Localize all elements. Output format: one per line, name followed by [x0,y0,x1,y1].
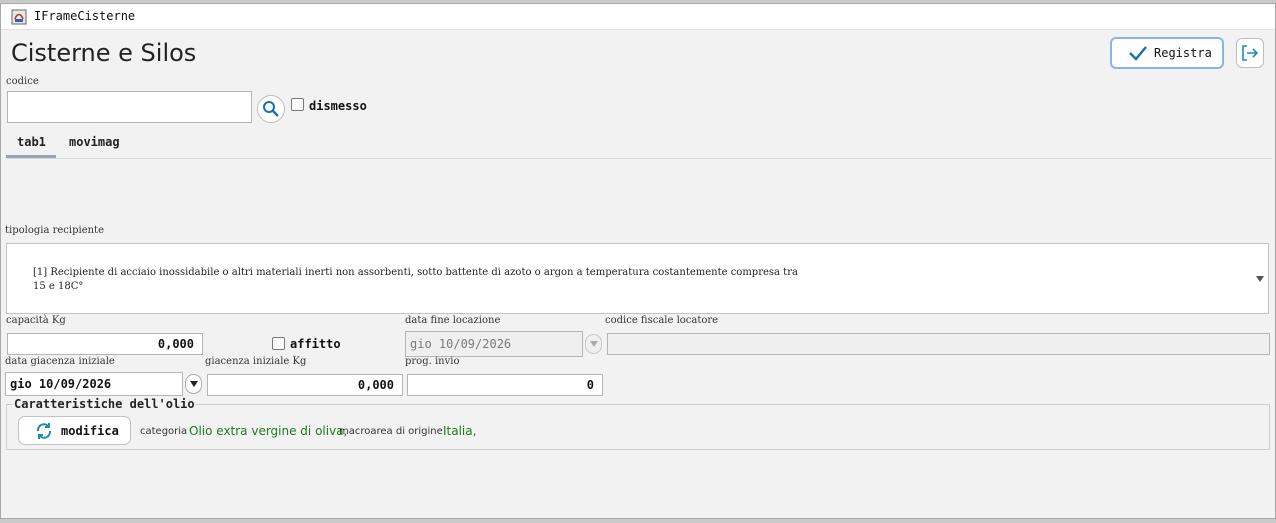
exit-button[interactable] [1236,38,1264,68]
tipologia-label: tipologia recipiente [5,225,104,236]
exit-icon [1242,45,1259,61]
data-fine-locazione-input: gio 10/09/2026 [405,331,583,357]
search-icon [263,101,279,117]
title-bar[interactable]: IFrameCisterne [1,4,1275,30]
categoria-label: categoria [140,426,188,437]
prog-invio-input[interactable]: 0 [407,374,603,396]
registra-label: Registra [1154,46,1212,60]
macroarea-value: Italia, [443,424,477,438]
page-title: Cisterne e Silos [11,39,197,67]
selected-tab-indicator [6,155,56,158]
categoria-value: Olio extra vergine di oliva, [189,424,348,438]
registra-button[interactable]: Registra [1110,37,1224,69]
internal-frame: IFrameCisterne Cisterne e Silos Registra… [0,3,1276,519]
window-title: IFrameCisterne [34,9,136,23]
check-icon [1129,46,1147,61]
affitto-label: affitto [290,337,341,351]
capacita-label: capacità Kg [6,315,66,326]
codice-input[interactable] [7,91,252,123]
tab-divider [6,158,1272,159]
prog-invio-label: prog. invio [405,356,460,367]
data-fine-locazione-dropdown [585,334,602,354]
tab-tab1[interactable]: tab1 [17,135,46,149]
giacenza-iniziale-input[interactable]: 0,000 [207,374,403,396]
data-giacenza-iniziale-dropdown[interactable] [185,374,202,394]
data-giacenza-iniziale-input[interactable]: gio 10/09/2026 [5,372,183,396]
giacenza-iniziale-label: giacenza iniziale Kg [205,356,307,367]
chevron-down-icon [189,381,198,387]
refresh-icon [36,422,52,439]
tipologia-select[interactable]: [1] Recipiente di acciaio inossidabile o… [6,243,1269,314]
modifica-label: modifica [61,423,119,438]
codice-fiscale-locatore-input [607,333,1270,355]
data-fine-locazione-label: data fine locazione [405,315,501,326]
chevron-down-icon [589,341,598,347]
dismesso-label: dismesso [309,99,367,113]
capacita-input[interactable]: 0,000 [7,333,203,355]
modifica-button[interactable]: modifica [18,416,131,445]
macroarea-label: macroarea di origine [339,426,443,437]
affitto-checkbox[interactable] [272,337,285,350]
caratteristiche-title: Caratteristiche dell'olio [13,397,196,411]
dismesso-checkbox[interactable] [291,98,304,111]
tipologia-value: [1] Recipiente di acciaio inossidabile o… [33,267,798,292]
dropdown-arrow-icon[interactable] [1256,276,1264,282]
tab-movimag[interactable]: movimag [69,135,120,149]
java-app-icon [11,9,27,25]
data-giacenza-iniziale-label: data giacenza iniziale [5,356,115,367]
codice-fiscale-locatore-label: codice fiscale locatore [605,315,719,326]
search-button[interactable] [257,95,285,123]
codice-label: codice [6,76,39,87]
